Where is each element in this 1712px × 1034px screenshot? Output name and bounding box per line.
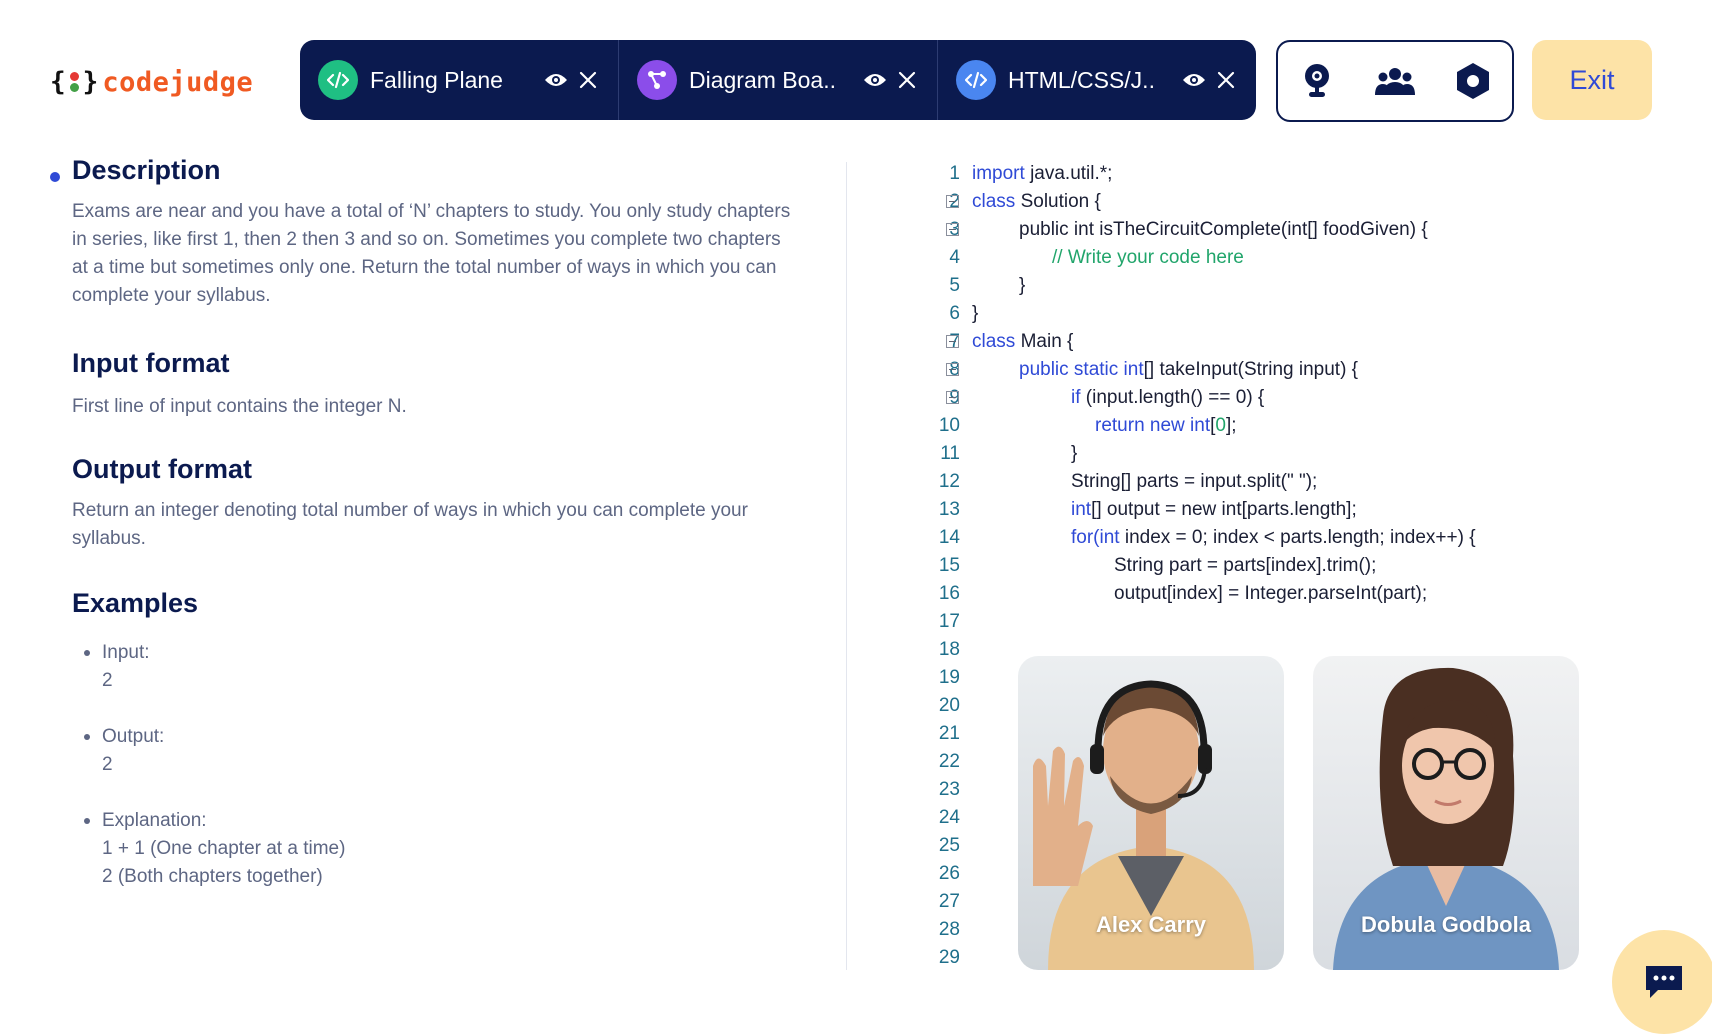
code-line: public int isTheCircuitComplete(int[] fo… — [1019, 219, 1428, 240]
participant-video-tile[interactable]: Alex Carry — [1018, 656, 1284, 970]
code-comment: // Write your code here — [1052, 247, 1244, 268]
code-line: String part = parts[index].trim(); — [1114, 555, 1377, 576]
example-input: Input: 2 — [84, 639, 345, 695]
eye-icon[interactable] — [863, 68, 887, 92]
logo-brace-left: { — [50, 67, 66, 97]
logo-wordmark: codejudge — [102, 66, 254, 98]
tab-falling-plane[interactable]: Falling Plane — [300, 40, 618, 120]
examples-list: Input: 2 Output: 2 Explanation: 1 + 1 (O… — [84, 639, 345, 891]
exit-button[interactable]: Exit — [1532, 40, 1652, 120]
logo-brace-right: } — [82, 67, 99, 97]
eye-icon[interactable] — [1182, 68, 1206, 92]
participant-video-tile[interactable]: Dobula Godbola — [1313, 656, 1579, 970]
line-number-gutter: 1 2 3 4 5 6 7 8 9 10 11 12 13 14 15 16 1… — [938, 163, 960, 968]
code-line: return new int[0]; — [1095, 415, 1237, 436]
code-line: class Solution { — [972, 191, 1101, 212]
tab-label: Falling Plane — [370, 66, 503, 93]
participant-name: Alex Carry — [1095, 912, 1207, 937]
code-line: } — [972, 303, 979, 324]
code-lines: import java.util.*; class Solution { pub… — [972, 160, 1476, 608]
description-heading: Description — [72, 155, 221, 185]
examples-heading: Examples — [72, 588, 199, 618]
code-line: output[index] = Integer.parseInt(part); — [1114, 583, 1428, 604]
fold-toggle-icon[interactable] — [946, 363, 959, 376]
codejudge-logo: { } codejudge — [50, 62, 253, 102]
chat-button[interactable] — [1612, 930, 1712, 1034]
close-icon[interactable] — [576, 68, 600, 92]
code-line: String[] parts = input.split(" "); — [1071, 471, 1318, 492]
close-icon[interactable] — [1214, 68, 1238, 92]
call-toolbar — [1276, 40, 1514, 122]
fold-toggle-icon[interactable] — [946, 223, 959, 236]
code-line: int[] output = new int[parts.length]; — [1071, 499, 1357, 520]
section-bullet — [50, 172, 60, 182]
participant-name: Dobula Godbola — [1361, 912, 1531, 937]
participants-icon[interactable] — [1373, 59, 1417, 103]
eye-icon[interactable] — [544, 68, 568, 92]
fold-toggle-icon[interactable] — [946, 391, 959, 404]
app-frame: { } codejudge Falling Plane Diagram Boa.… — [0, 0, 1712, 1034]
code-icon — [318, 60, 358, 100]
input-format-heading: Input format — [72, 348, 230, 378]
description-text: Exams are near and you have a total of ‘… — [72, 201, 791, 306]
panel-divider — [846, 162, 847, 970]
logo-dots — [69, 72, 79, 92]
output-format-heading: Output format — [72, 454, 252, 484]
code-line: if (input.length() == 0) { — [1071, 387, 1265, 408]
code-line: public static int[] takeInput(String inp… — [1019, 359, 1359, 380]
settings-hexagon-icon[interactable] — [1451, 59, 1495, 103]
fold-toggle-icon[interactable] — [946, 335, 959, 348]
code-icon — [956, 60, 996, 100]
tab-html-css-js[interactable]: HTML/CSS/J.. — [937, 40, 1256, 120]
code-line: for(int index = 0; index < parts.length;… — [1071, 527, 1476, 548]
output-format-text: Return an integer denoting total number … — [72, 500, 748, 549]
example-explanation: Explanation: 1 + 1 (One chapter at a tim… — [84, 807, 345, 891]
chat-bubble-icon — [1646, 966, 1682, 998]
code-line: } — [1019, 275, 1026, 296]
tab-diagram-board[interactable]: Diagram Boa.. — [618, 40, 937, 120]
code-line: import java.util.*; — [972, 163, 1113, 184]
code-line: } — [1071, 443, 1078, 464]
fold-toggle-icon[interactable] — [946, 195, 959, 208]
webcam-icon[interactable] — [1295, 59, 1339, 103]
input-format-text: First line of input contains the integer… — [72, 396, 407, 417]
example-output: Output: 2 — [84, 723, 345, 779]
code-line: class Main { — [972, 331, 1074, 352]
tab-label: HTML/CSS/J.. — [1008, 66, 1155, 93]
question-tabbar: Falling Plane Diagram Boa.. HTML/CSS/J.. — [300, 40, 1256, 120]
close-icon[interactable] — [895, 68, 919, 92]
tab-label: Diagram Boa.. — [689, 66, 837, 93]
diagram-icon — [637, 60, 677, 100]
